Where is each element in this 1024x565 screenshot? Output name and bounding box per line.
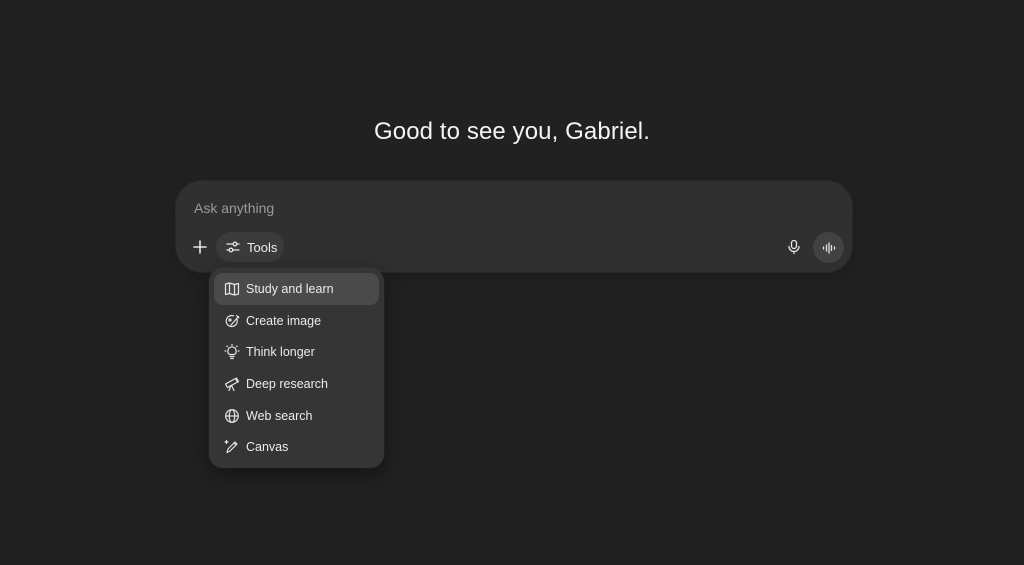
tools-menu: Study and learn Create image Think longe… bbox=[209, 268, 384, 468]
sliders-icon bbox=[225, 239, 247, 255]
menu-item-web-search[interactable]: Web search bbox=[214, 400, 379, 432]
prompt-input[interactable] bbox=[194, 198, 754, 218]
voice-mode-button[interactable] bbox=[813, 232, 844, 263]
pen-sparkle-icon bbox=[223, 438, 241, 456]
menu-item-label: Deep research bbox=[246, 376, 328, 391]
tools-label: Tools bbox=[247, 239, 278, 255]
image-brush-icon bbox=[223, 312, 241, 330]
globe-icon bbox=[223, 407, 241, 425]
menu-item-label: Canvas bbox=[246, 440, 289, 455]
add-attachment-button[interactable] bbox=[188, 233, 212, 261]
menu-item-deep-research[interactable]: Deep research bbox=[214, 368, 379, 400]
menu-item-think-longer[interactable]: Think longer bbox=[214, 336, 379, 368]
menu-item-label: Think longer bbox=[246, 345, 315, 360]
menu-item-study-and-learn[interactable]: Study and learn bbox=[214, 273, 379, 305]
menu-item-canvas[interactable]: Canvas bbox=[214, 431, 379, 463]
waveform-icon bbox=[821, 240, 837, 256]
menu-item-create-image[interactable]: Create image bbox=[214, 305, 379, 337]
prompt-composer: Tools bbox=[176, 181, 852, 272]
lightbulb-icon bbox=[223, 343, 241, 361]
greeting-heading: Good to see you, Gabriel. bbox=[374, 118, 650, 145]
menu-item-label: Create image bbox=[246, 313, 322, 328]
plus-icon bbox=[192, 239, 208, 255]
menu-item-label: Study and learn bbox=[246, 281, 334, 296]
telescope-icon bbox=[223, 375, 241, 393]
dictate-button[interactable] bbox=[780, 233, 808, 261]
book-icon bbox=[223, 280, 241, 298]
microphone-icon bbox=[786, 239, 802, 255]
tools-button[interactable]: Tools bbox=[216, 232, 284, 262]
menu-item-label: Web search bbox=[246, 408, 313, 423]
